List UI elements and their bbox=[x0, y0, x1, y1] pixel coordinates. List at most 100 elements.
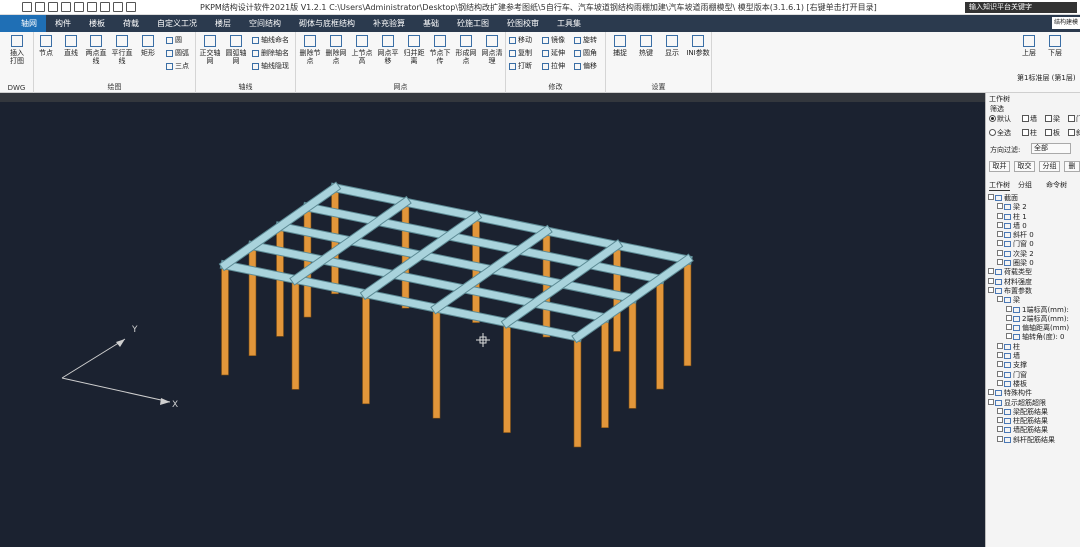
break-button[interactable]: 打断 bbox=[509, 62, 532, 71]
floor-up-button[interactable]: 上层 bbox=[1017, 32, 1041, 57]
tab-custom-case[interactable]: 自定义工况 bbox=[148, 15, 206, 32]
tab-masonry[interactable]: 砌体与底框结构 bbox=[290, 15, 364, 32]
redo-icon[interactable] bbox=[126, 2, 136, 12]
check-door[interactable]: 门 bbox=[1068, 114, 1080, 124]
copy-button[interactable]: 复制 bbox=[509, 49, 532, 58]
tab-concrete-drawing[interactable]: 砼施工图 bbox=[448, 15, 498, 32]
expand-icon[interactable] bbox=[1006, 333, 1012, 340]
expand-icon[interactable] bbox=[988, 194, 994, 200]
tab-axis[interactable]: 轴网 bbox=[12, 15, 46, 32]
tab-work-tree[interactable]: 工作树 bbox=[989, 180, 1010, 191]
delete-node-button[interactable]: 删除节点 bbox=[298, 32, 322, 65]
rotate-button[interactable]: 旋转 bbox=[574, 36, 597, 45]
expand-icon[interactable] bbox=[997, 435, 1003, 442]
tree-item[interactable]: 柱 1 bbox=[988, 212, 1080, 222]
parallel-line-button[interactable]: 平行直线 bbox=[110, 32, 134, 65]
tab-foundation[interactable]: 基础 bbox=[414, 15, 448, 32]
expand-icon[interactable] bbox=[997, 352, 1003, 359]
orthogonal-grid-button[interactable]: 正交轴网 bbox=[198, 32, 222, 65]
expand-icon[interactable] bbox=[997, 342, 1003, 349]
column[interactable] bbox=[303, 206, 312, 318]
delete-axis-name-button[interactable]: 删除轴名 bbox=[252, 49, 289, 58]
column[interactable] bbox=[628, 298, 637, 409]
column[interactable] bbox=[248, 245, 257, 356]
tree-item[interactable]: 材料强度 bbox=[988, 277, 1080, 287]
tree-item[interactable]: 荷载类型 bbox=[988, 268, 1080, 277]
tree-item[interactable]: 次梁 2 bbox=[988, 249, 1080, 259]
arc-grid-button[interactable]: 圆弧轴网 bbox=[224, 32, 248, 65]
tree-item[interactable]: 墙配筋结果 bbox=[988, 426, 1080, 435]
expand-icon[interactable] bbox=[988, 286, 994, 293]
column[interactable] bbox=[276, 226, 284, 337]
tab-load[interactable]: 荷载 bbox=[114, 15, 148, 32]
tree-item[interactable]: 显示超筋超限 bbox=[988, 398, 1080, 408]
tab-toolset[interactable]: 工具集 bbox=[548, 15, 590, 32]
tree-item[interactable]: 斜杆 0 bbox=[988, 231, 1080, 240]
radio-default[interactable]: 默认 bbox=[989, 114, 1011, 124]
expand-icon[interactable] bbox=[997, 426, 1003, 433]
direction-filter-select[interactable]: 全部 bbox=[1031, 143, 1071, 154]
group-button[interactable]: 分组 bbox=[1039, 161, 1060, 172]
check-slab[interactable]: 板 bbox=[1045, 128, 1060, 138]
expand-icon[interactable] bbox=[997, 240, 1003, 247]
check-column[interactable]: 柱 bbox=[1022, 128, 1037, 138]
tree-item[interactable]: 圈梁 0 bbox=[988, 259, 1080, 268]
rectangle-button[interactable]: 矩形 bbox=[136, 32, 160, 57]
expand-icon[interactable] bbox=[988, 277, 994, 284]
tree-item[interactable]: 梁 2 bbox=[988, 203, 1080, 212]
tab-drawing-review[interactable]: 砼图校审 bbox=[498, 15, 548, 32]
tree-item[interactable]: 梁 bbox=[988, 296, 1080, 305]
node-button[interactable]: 节点 bbox=[34, 32, 58, 57]
column[interactable] bbox=[503, 322, 511, 433]
expand-icon[interactable] bbox=[997, 249, 1003, 256]
expand-icon[interactable] bbox=[997, 221, 1003, 228]
circle-button[interactable]: 圆 bbox=[166, 36, 182, 45]
node-down-button[interactable]: 节点下传 bbox=[428, 32, 452, 65]
floor-down-button[interactable]: 下层 bbox=[1043, 32, 1067, 57]
tree-item[interactable]: 轴转角(度): 0 bbox=[988, 333, 1080, 342]
tab-slab[interactable]: 楼板 bbox=[80, 15, 114, 32]
move-button[interactable]: 移动 bbox=[509, 36, 532, 45]
hotkey-button[interactable]: 热键 bbox=[634, 32, 658, 57]
tab-check[interactable]: 补充验算 bbox=[364, 15, 414, 32]
union-button[interactable]: 取并 bbox=[989, 161, 1010, 172]
tree-item[interactable]: 柱 bbox=[988, 342, 1080, 352]
new-icon[interactable] bbox=[61, 2, 71, 12]
column[interactable] bbox=[291, 279, 300, 390]
column[interactable] bbox=[601, 317, 609, 428]
open-icon[interactable] bbox=[48, 2, 58, 12]
expand-icon[interactable] bbox=[997, 203, 1003, 210]
expand-icon[interactable] bbox=[997, 296, 1003, 303]
expand-icon[interactable] bbox=[997, 407, 1003, 414]
delete-grid-button[interactable]: 删除网点 bbox=[324, 32, 348, 65]
tree-item[interactable]: 斜杆配筋结果 bbox=[988, 435, 1080, 445]
column[interactable] bbox=[362, 293, 370, 405]
check-beam[interactable]: 梁 bbox=[1045, 114, 1060, 124]
save-as-icon[interactable] bbox=[35, 2, 45, 12]
expand-icon[interactable] bbox=[997, 212, 1003, 219]
tab-space-structure[interactable]: 空间结构 bbox=[240, 15, 290, 32]
expand-icon[interactable] bbox=[997, 417, 1003, 424]
column[interactable] bbox=[432, 307, 441, 419]
column[interactable] bbox=[683, 259, 692, 367]
model-viewport[interactable]: Y X bbox=[0, 102, 985, 547]
offset-button[interactable]: 偏移 bbox=[574, 62, 597, 71]
intersect-button[interactable]: 取交 bbox=[1014, 161, 1035, 172]
extend-button[interactable]: 延伸 bbox=[542, 49, 565, 58]
grid-clean-button[interactable]: 网点清理 bbox=[480, 32, 504, 65]
grid-move-button[interactable]: 网点平移 bbox=[376, 32, 400, 65]
tree-item[interactable]: 特殊构件 bbox=[988, 389, 1080, 398]
settings-icon[interactable] bbox=[74, 2, 84, 12]
save-icon[interactable] bbox=[22, 2, 32, 12]
delete-button[interactable]: 删 bbox=[1064, 161, 1080, 172]
expand-icon[interactable] bbox=[1006, 305, 1012, 312]
expand-icon[interactable] bbox=[988, 268, 994, 275]
expand-icon[interactable] bbox=[997, 259, 1003, 266]
insert-plot-button[interactable]: 插入 打图 bbox=[5, 32, 29, 65]
three-point-button[interactable]: 三点 bbox=[166, 62, 189, 71]
expand-icon[interactable] bbox=[997, 231, 1003, 238]
tab-floor[interactable]: 楼层 bbox=[206, 15, 240, 32]
print-preview-icon[interactable] bbox=[100, 2, 110, 12]
undo-icon[interactable] bbox=[113, 2, 123, 12]
two-point-line-button[interactable]: 两点直线 bbox=[84, 32, 108, 65]
